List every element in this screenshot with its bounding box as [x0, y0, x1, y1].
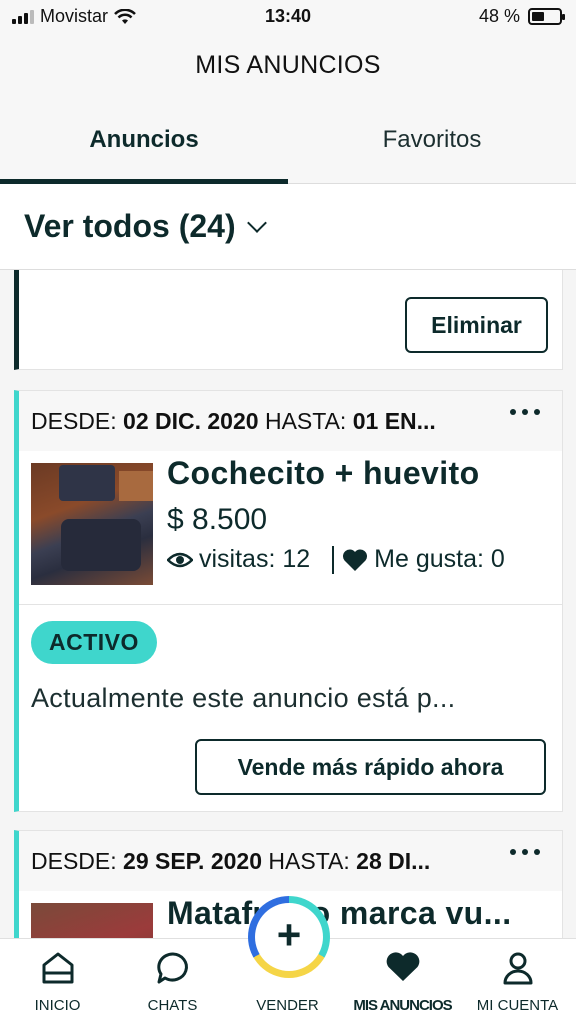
- ad-card: DESDE: 02 DIC. 2020 HASTA: 01 EN... Coch…: [14, 390, 563, 812]
- nav-label: MIS ANUNCIOS: [353, 997, 452, 1014]
- likes-count: Me gusta: 0: [374, 545, 505, 573]
- nav-chats[interactable]: CHATS: [115, 939, 230, 1024]
- ad-price: $ 8.500: [167, 503, 268, 536]
- chat-icon: [156, 952, 188, 984]
- nav-inicio[interactable]: INICIO: [0, 939, 115, 1024]
- promote-button[interactable]: Vende más rápido ahora: [195, 739, 546, 795]
- ad-dates: DESDE: 02 DIC. 2020 HASTA: 01 EN...: [19, 391, 562, 451]
- sell-fab-button[interactable]: +: [248, 896, 330, 978]
- heart-icon: [386, 952, 419, 981]
- ad-summary[interactable]: Cochecito + huevito $ 8.500 visitas: 12 …: [19, 451, 562, 605]
- date-to: 28 DI...: [356, 847, 431, 874]
- date-from: 02 DIC. 2020: [123, 407, 259, 434]
- visits-count: visitas: 12: [199, 545, 311, 573]
- nav-label: CHATS: [147, 997, 198, 1014]
- date-to-label: HASTA:: [268, 847, 350, 874]
- nav-label: MI CUENTA: [476, 997, 559, 1014]
- plus-icon: +: [276, 911, 302, 958]
- ad-title[interactable]: Matafuego marca vu...: [167, 895, 512, 932]
- status-badge: ACTIVO: [31, 621, 157, 664]
- ad-title[interactable]: Cochecito + huevito: [167, 455, 480, 492]
- more-options-icon[interactable]: [510, 849, 540, 855]
- ad-thumbnail[interactable]: [31, 463, 153, 585]
- ads-list[interactable]: Eliminar DESDE: 02 DIC. 2020 HASTA: 01 E…: [0, 270, 576, 938]
- page-title: MIS ANUNCIOS: [195, 51, 381, 79]
- nav-label: VENDER: [256, 997, 319, 1014]
- chevron-down-icon: [246, 212, 267, 233]
- ad-stats: visitas: 12 Me gusta: 0: [167, 545, 505, 574]
- ad-thumbnail[interactable]: [31, 903, 153, 938]
- more-options-icon[interactable]: [510, 409, 540, 415]
- status-bar: Movistar 13:40 48 %: [0, 0, 576, 34]
- ad-status-section: ACTIVO Actualmente este anuncio está p..…: [19, 605, 562, 811]
- date-to: 01 EN...: [352, 407, 436, 434]
- home-icon: [42, 952, 73, 984]
- ad-card: Eliminar: [14, 270, 563, 370]
- date-to-label: HASTA:: [264, 407, 347, 434]
- user-icon: [503, 952, 532, 985]
- eye-icon: [167, 552, 193, 567]
- battery-percent: 48 %: [478, 6, 520, 26]
- filter-label: Ver todos (24): [24, 208, 236, 244]
- ad-dates: DESDE: 29 SEP. 2020 HASTA: 28 DI...: [19, 831, 562, 891]
- page-header: MIS ANUNCIOS: [0, 34, 576, 96]
- status-text: Actualmente este anuncio está p...: [31, 683, 456, 713]
- date-from: 29 SEP. 2020: [123, 847, 263, 874]
- nav-mi-cuenta[interactable]: MI CUENTA: [460, 939, 575, 1024]
- tab-anuncios[interactable]: Anuncios: [0, 96, 288, 184]
- delete-button[interactable]: Eliminar: [405, 297, 548, 353]
- tab-bar: Anuncios Favoritos: [0, 96, 576, 184]
- date-from-label: DESDE:: [31, 847, 117, 874]
- battery-icon: [528, 8, 565, 25]
- nav-label: INICIO: [34, 997, 81, 1014]
- heart-icon: [343, 548, 368, 571]
- date-from-label: DESDE:: [31, 407, 117, 434]
- filter-dropdown[interactable]: Ver todos (24): [0, 184, 576, 270]
- nav-mis-anuncios[interactable]: MIS ANUNCIOS: [345, 939, 460, 1024]
- tab-favoritos[interactable]: Favoritos: [288, 96, 576, 183]
